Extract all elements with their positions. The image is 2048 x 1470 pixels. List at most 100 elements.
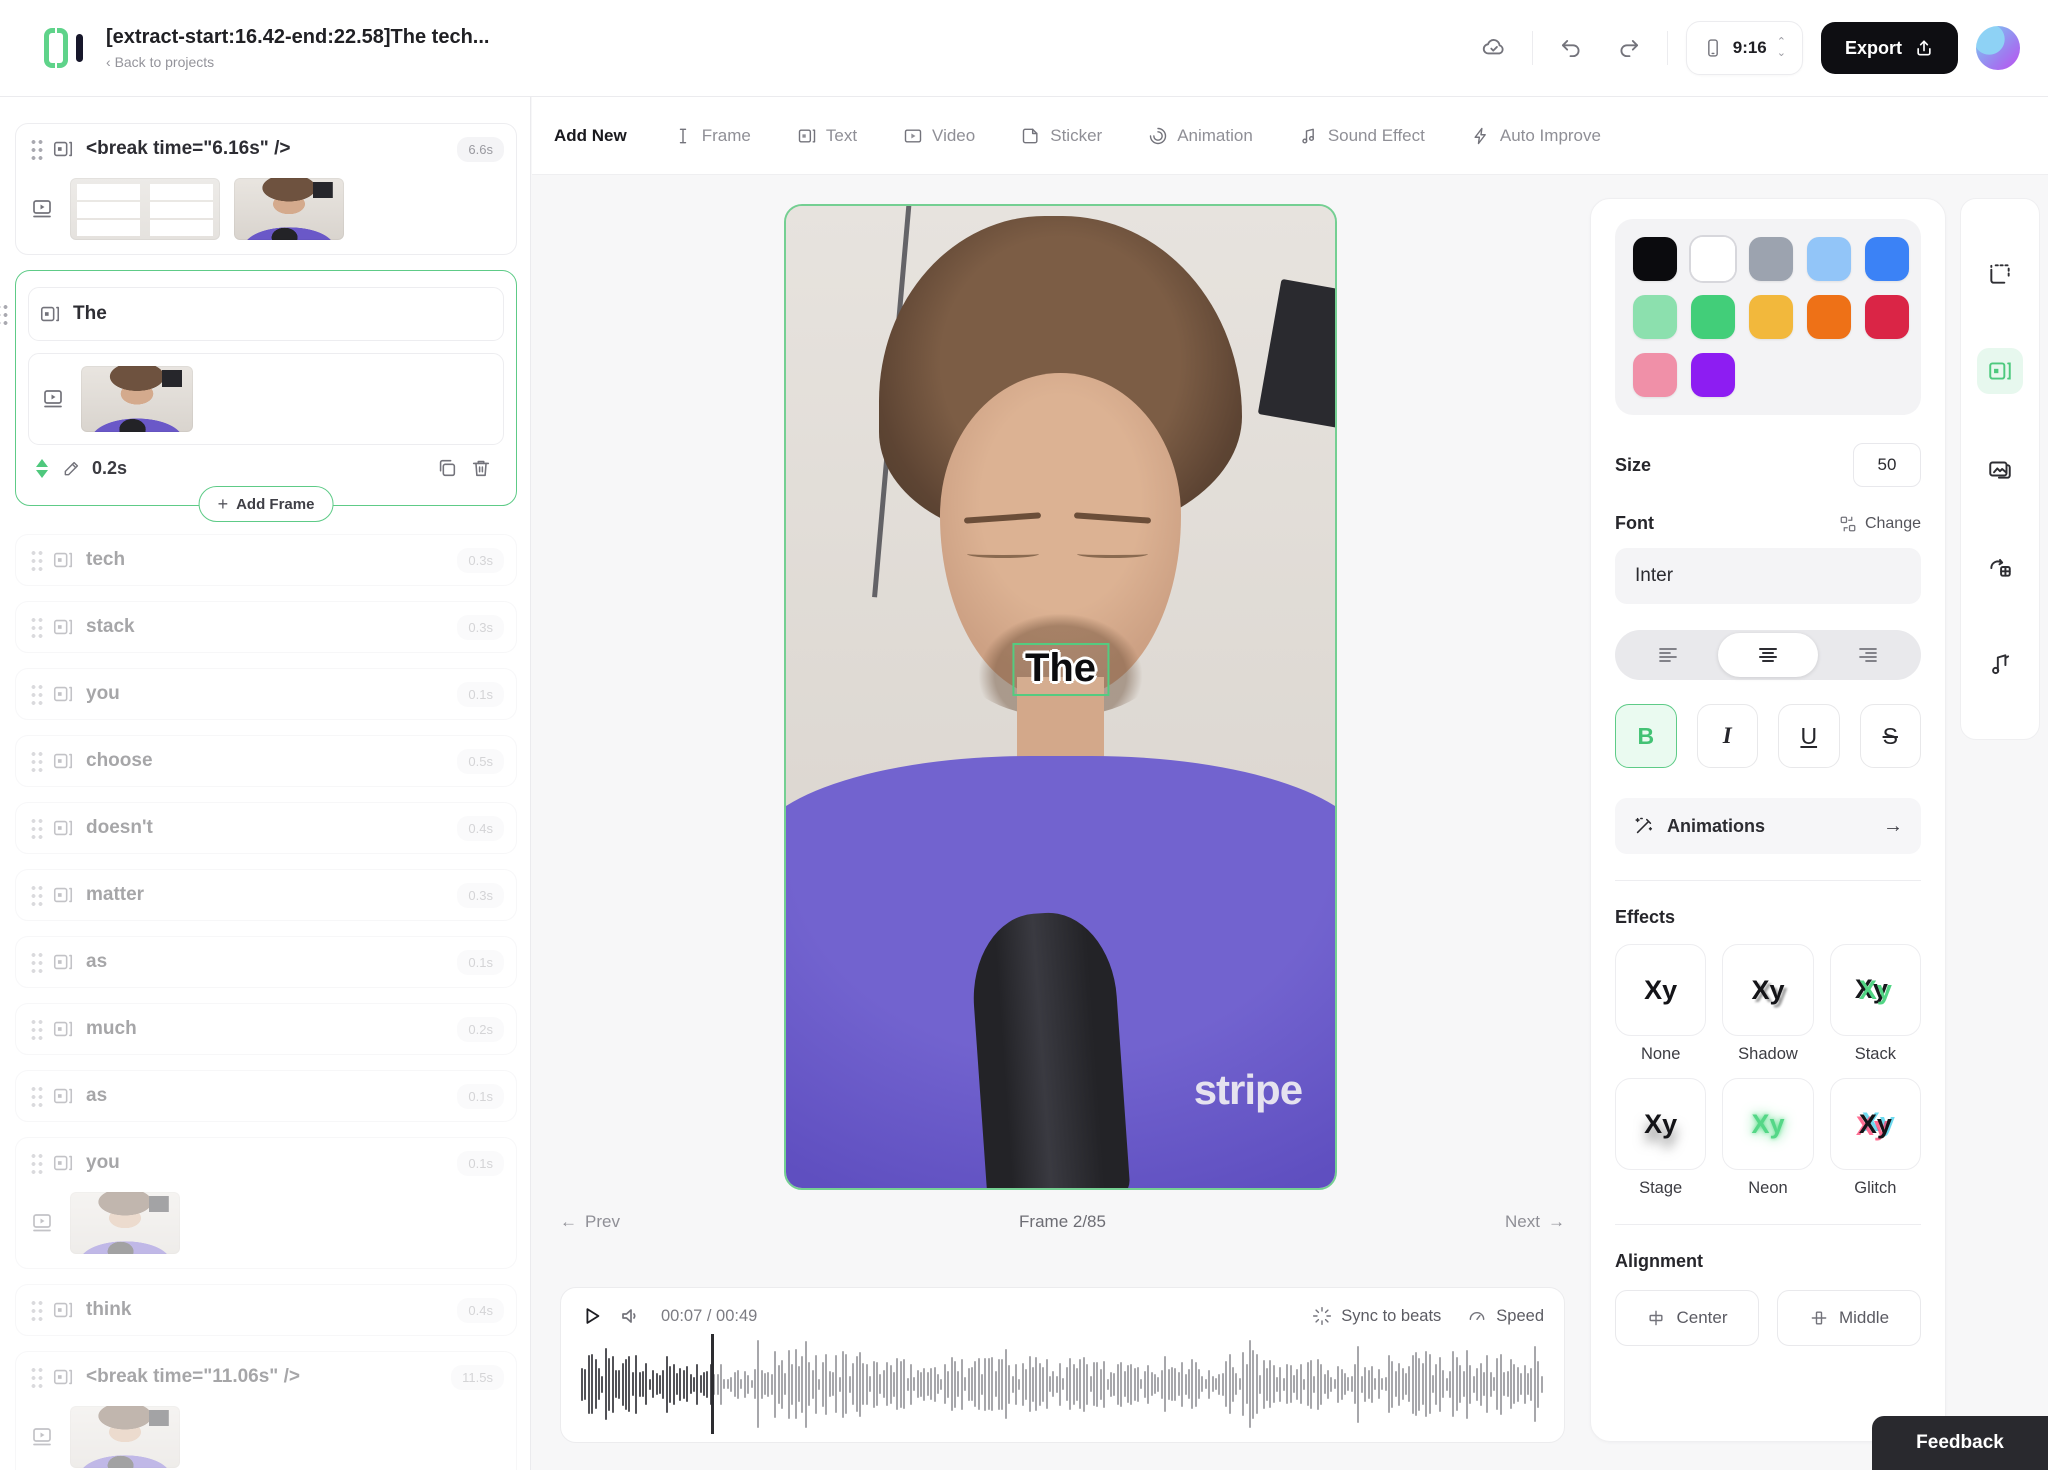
reorder-arrows-icon[interactable]: [36, 459, 48, 478]
effect-neon[interactable]: Xy Neon: [1722, 1078, 1813, 1198]
timeline-item-word[interactable]: matter0.3s: [15, 869, 517, 921]
timeline-item-word[interactable]: you0.1s: [15, 1137, 517, 1269]
drag-handle-icon[interactable]: [30, 884, 44, 906]
color-swatch[interactable]: [1633, 295, 1677, 339]
effect-stack[interactable]: Xy Stack: [1830, 944, 1921, 1064]
duplicate-button[interactable]: [430, 451, 464, 485]
effect-none[interactable]: Xy None: [1615, 944, 1706, 1064]
drag-handle-icon[interactable]: [30, 951, 44, 973]
animations-button[interactable]: Animations →: [1615, 798, 1921, 854]
drag-handle-icon[interactable]: [30, 616, 44, 638]
align-middle-vertical-button[interactable]: Middle: [1777, 1290, 1921, 1346]
timeline-item-word[interactable]: doesn't0.4s: [15, 802, 517, 854]
tool-text[interactable]: Text: [797, 126, 857, 146]
volume-icon[interactable]: [619, 1304, 643, 1328]
thumbnail-video[interactable]: [81, 366, 193, 432]
size-input[interactable]: 50: [1853, 443, 1921, 487]
font-name-field[interactable]: Inter: [1615, 548, 1921, 604]
timeline-item-break[interactable]: <break time="6.16s" /> 6.6s: [15, 123, 517, 255]
italic-button[interactable]: I: [1697, 704, 1759, 768]
selected-word-box[interactable]: The: [28, 287, 504, 341]
drag-handle-icon[interactable]: [30, 1085, 44, 1107]
sync-to-beats-button[interactable]: Sync to beats: [1312, 1306, 1441, 1326]
edit-pencil-icon[interactable]: [62, 458, 82, 478]
color-swatch[interactable]: [1865, 295, 1909, 339]
back-to-projects-link[interactable]: ‹ Back to projects: [106, 54, 489, 72]
media-tab[interactable]: [1977, 446, 2023, 492]
color-swatch[interactable]: [1807, 295, 1851, 339]
strikethrough-button[interactable]: S: [1860, 704, 1922, 768]
drag-handle-icon[interactable]: [30, 549, 44, 571]
underline-button[interactable]: U: [1778, 704, 1840, 768]
tool-animation[interactable]: Animation: [1148, 126, 1253, 146]
align-center-button[interactable]: [1718, 633, 1818, 677]
captions-tab-selected[interactable]: [1977, 348, 2023, 394]
drag-handle-icon[interactable]: [30, 750, 44, 772]
aspect-ratio-selector[interactable]: 9:16 ⌃⌄: [1686, 21, 1803, 75]
timeline-item-word[interactable]: you0.1s: [15, 668, 517, 720]
align-right-button[interactable]: [1818, 633, 1918, 677]
timeline-item-word[interactable]: tech0.3s: [15, 534, 517, 586]
play-button[interactable]: [581, 1304, 603, 1328]
drag-handle-icon[interactable]: [30, 1018, 44, 1040]
timeline-item-word[interactable]: choose0.5s: [15, 735, 517, 787]
export-button[interactable]: Export: [1821, 22, 1958, 74]
video-preview[interactable]: stripe The: [784, 204, 1337, 1190]
timeline-item-word[interactable]: much0.2s: [15, 1003, 517, 1055]
thumbnail-video[interactable]: [234, 178, 344, 240]
tool-sticker[interactable]: Sticker: [1021, 126, 1102, 146]
bold-button[interactable]: B: [1615, 704, 1677, 768]
color-swatch-selected[interactable]: [1691, 237, 1735, 281]
add-frame-button[interactable]: + Add Frame: [199, 486, 334, 522]
color-swatch[interactable]: [1749, 295, 1793, 339]
playhead[interactable]: [711, 1334, 714, 1434]
tool-auto-improve[interactable]: Auto Improve: [1471, 126, 1601, 146]
color-swatch[interactable]: [1865, 237, 1909, 281]
thumbnail-board[interactable]: [70, 178, 220, 240]
align-left-button[interactable]: [1618, 633, 1718, 677]
drag-handle-icon[interactable]: [0, 303, 9, 325]
tool-sound-effect[interactable]: Sound Effect: [1299, 126, 1425, 146]
redo-button[interactable]: [1609, 28, 1649, 68]
color-swatch[interactable]: [1749, 237, 1793, 281]
tool-video[interactable]: Video: [903, 126, 975, 146]
color-swatch[interactable]: [1633, 353, 1677, 397]
timeline-item-selected[interactable]: The 0.2s +: [15, 270, 517, 506]
delete-button[interactable]: [464, 451, 498, 485]
effect-glitch[interactable]: Xy Glitch: [1830, 1078, 1921, 1198]
thumbnail-video[interactable]: [70, 1192, 180, 1254]
timeline-item-break[interactable]: <break time="11.06s" />11.5s: [15, 1351, 517, 1470]
audio-tab[interactable]: [1977, 641, 2023, 687]
app-logo-icon[interactable]: [44, 22, 88, 74]
user-avatar[interactable]: [1976, 26, 2020, 70]
timeline-item-word[interactable]: as0.1s: [15, 936, 517, 988]
drag-handle-icon[interactable]: [30, 1152, 44, 1174]
effect-stage[interactable]: Xy Stage: [1615, 1078, 1706, 1198]
color-swatch[interactable]: [1691, 353, 1735, 397]
tool-frame[interactable]: Frame: [673, 126, 751, 146]
change-font-button[interactable]: Change: [1839, 515, 1921, 533]
speed-button[interactable]: Speed: [1467, 1306, 1544, 1326]
drag-handle-icon[interactable]: [30, 683, 44, 705]
selected-clip-box[interactable]: [28, 353, 504, 445]
next-frame-button[interactable]: Next→: [1505, 1212, 1565, 1232]
timeline-item-word[interactable]: think0.4s: [15, 1284, 517, 1336]
effect-shadow[interactable]: Xy Shadow: [1722, 944, 1813, 1064]
timeline-item-word[interactable]: stack0.3s: [15, 601, 517, 653]
drag-handle-icon[interactable]: [30, 1366, 44, 1388]
caption-text-box[interactable]: The: [1012, 643, 1109, 696]
drag-handle-icon[interactable]: [30, 138, 44, 160]
color-swatch[interactable]: [1633, 237, 1677, 281]
color-swatch[interactable]: [1691, 295, 1735, 339]
drag-handle-icon[interactable]: [30, 1299, 44, 1321]
drag-handle-icon[interactable]: [30, 817, 44, 839]
canvas-settings-tab[interactable]: [1977, 251, 2023, 297]
color-swatch[interactable]: [1807, 237, 1851, 281]
thumbnail-video[interactable]: [70, 1406, 180, 1468]
align-center-horizontal-button[interactable]: Center: [1615, 1290, 1759, 1346]
prev-frame-button[interactable]: ←Prev: [560, 1212, 620, 1232]
cloud-saved-icon[interactable]: [1474, 28, 1514, 68]
undo-button[interactable]: [1551, 28, 1591, 68]
waveform-area[interactable]: [581, 1338, 1544, 1430]
feedback-button[interactable]: Feedback: [1872, 1416, 2048, 1470]
